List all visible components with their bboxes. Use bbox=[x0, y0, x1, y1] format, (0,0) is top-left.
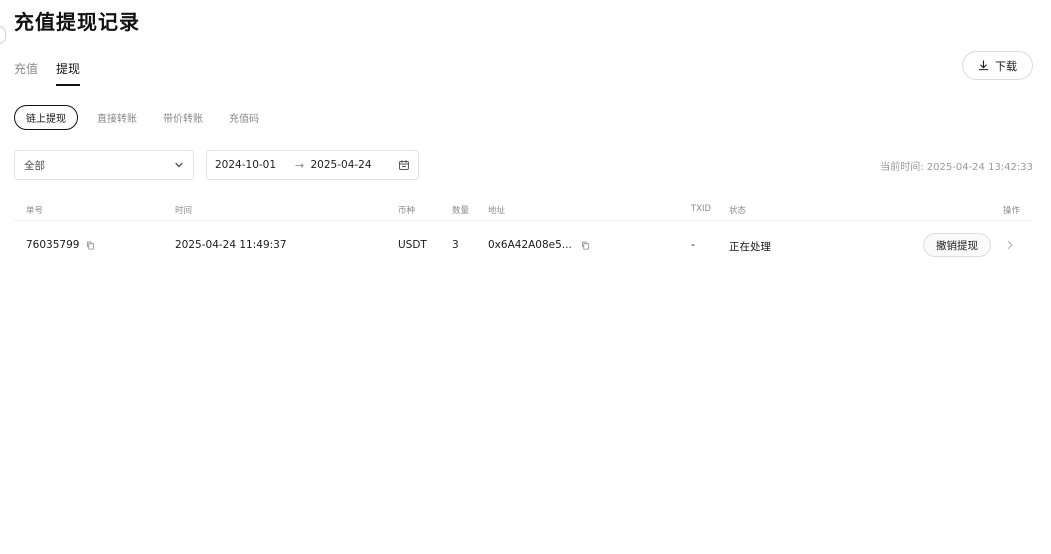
type-select[interactable]: 全部 bbox=[14, 150, 194, 180]
copy-icon[interactable] bbox=[581, 241, 590, 250]
main-tabs: 充值 提现 bbox=[14, 60, 81, 86]
order-cell: 76035799 bbox=[26, 239, 95, 251]
arrow-right-icon: → bbox=[294, 158, 305, 172]
tab-withdraw[interactable]: 提现 bbox=[56, 60, 81, 86]
records-table: 单号 时间 币种 数量 地址 TXID 状态 操作 76035799 2025-… bbox=[14, 198, 1033, 269]
time-cell: 2025-04-24 11:49:37 bbox=[175, 239, 287, 251]
header-address: 地址 bbox=[488, 206, 506, 216]
side-collapse-handle[interactable] bbox=[0, 26, 6, 44]
date-start[interactable]: 2024-10-01 bbox=[215, 159, 289, 171]
table-header: 单号 时间 币种 数量 地址 TXID 状态 操作 bbox=[14, 198, 1033, 221]
subtab-direct-transfer[interactable]: 直接转账 bbox=[90, 105, 144, 130]
copy-icon[interactable] bbox=[86, 241, 95, 250]
header-order: 单号 bbox=[26, 206, 44, 216]
quantity-cell: 3 bbox=[452, 239, 459, 251]
date-end[interactable]: 2025-04-24 bbox=[311, 159, 393, 171]
calendar-icon[interactable] bbox=[398, 159, 410, 171]
header-status: 状态 bbox=[729, 206, 747, 216]
download-button[interactable]: 下载 bbox=[962, 51, 1033, 80]
header-coin: 币种 bbox=[398, 206, 416, 216]
page: 充值提现记录 充值 提现 下载 链上提现 直接转账 带价转账 充值码 全部 20… bbox=[0, 0, 1051, 554]
header-txid: TXID bbox=[691, 204, 712, 214]
status-cell: 正在处理 bbox=[729, 241, 771, 253]
sub-tabs: 链上提现 直接转账 带价转账 充值码 bbox=[14, 105, 266, 130]
date-range-picker[interactable]: 2024-10-01 → 2025-04-24 bbox=[206, 150, 419, 180]
header-action: 操作 bbox=[1003, 206, 1021, 216]
cancel-withdraw-button[interactable]: 撤销提现 bbox=[923, 233, 991, 257]
order-number: 76035799 bbox=[26, 239, 80, 251]
subtab-deposit-code[interactable]: 充值码 bbox=[222, 105, 266, 130]
page-title: 充值提现记录 bbox=[14, 10, 140, 34]
address-cell: 0x6A42A08e5... bbox=[488, 239, 590, 251]
header-quantity: 数量 bbox=[452, 206, 470, 216]
coin-cell: USDT bbox=[398, 239, 427, 251]
type-select-value: 全部 bbox=[24, 159, 45, 172]
chevron-down-icon bbox=[175, 162, 183, 168]
download-icon bbox=[978, 60, 989, 71]
subtab-onchain-withdraw[interactable]: 链上提现 bbox=[14, 105, 78, 130]
table-row: 76035799 2025-04-24 11:49:37 USDT 3 0x6A… bbox=[14, 221, 1033, 269]
chevron-right-icon[interactable] bbox=[1006, 240, 1014, 250]
download-label: 下载 bbox=[995, 59, 1017, 73]
subtab-priced-transfer[interactable]: 带价转账 bbox=[156, 105, 210, 130]
address-text: 0x6A42A08e5... bbox=[488, 239, 572, 251]
tab-deposit[interactable]: 充值 bbox=[14, 60, 38, 86]
txid-cell: - bbox=[691, 239, 695, 251]
header-time: 时间 bbox=[175, 206, 193, 216]
current-time: 当前时间: 2025-04-24 13:42:33 bbox=[880, 162, 1033, 173]
